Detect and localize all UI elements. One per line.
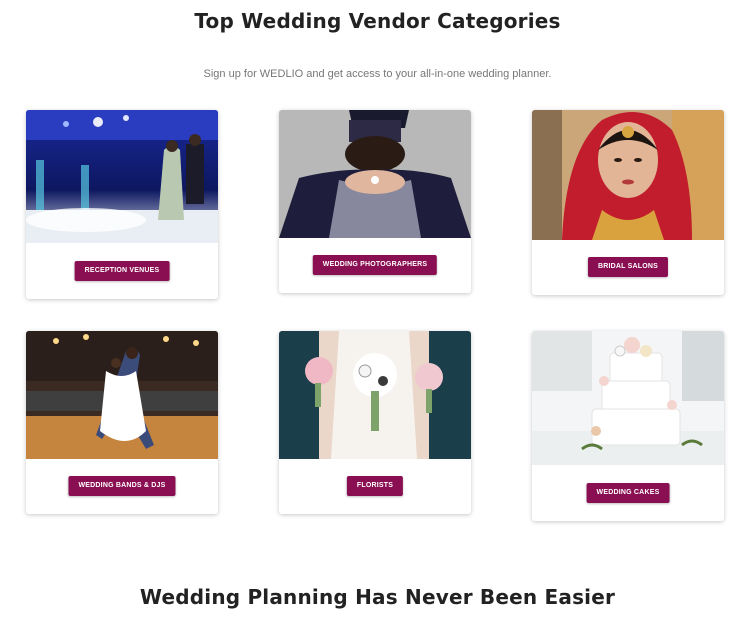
florist-photo [279, 331, 471, 459]
category-card-bridal-salons[interactable]: BRIDAL SALONS [532, 110, 724, 295]
category-card-florists[interactable]: FLORISTS [279, 331, 471, 514]
reception-venue-photo [26, 110, 218, 243]
reception-venues-button[interactable]: RECEPTION VENUES [74, 261, 170, 281]
section-subtitle: Sign up for WEDLIO and get access to you… [203, 68, 552, 80]
florists-button[interactable]: FLORISTS [346, 476, 404, 496]
wedding-cakes-button[interactable]: WEDDING CAKES [586, 483, 670, 503]
wedding-bands-djs-button[interactable]: WEDDING BANDS & DJS [68, 476, 176, 496]
wedding-cake-photo [532, 331, 724, 465]
section-title: Top Wedding Vendor Categories [194, 9, 561, 33]
band-dj-photo [26, 331, 218, 459]
bridal-salon-photo [532, 110, 724, 240]
category-card-wedding-bands-djs[interactable]: WEDDING BANDS & DJS [26, 331, 218, 514]
category-card-wedding-photographers[interactable]: WEDDING PHOTOGRAPHERS [279, 110, 471, 293]
wedding-photographers-button[interactable]: WEDDING PHOTOGRAPHERS [312, 255, 438, 275]
planning-section-title: Wedding Planning Has Never Been Easier [139, 585, 616, 609]
category-card-wedding-cakes[interactable]: WEDDING CAKES [532, 331, 724, 521]
vendor-categories-page: Top Wedding Vendor Categories Sign up fo… [0, 0, 755, 629]
bridal-salons-button[interactable]: BRIDAL SALONS [587, 257, 669, 277]
category-card-reception-venues[interactable]: RECEPTION VENUES [26, 110, 218, 299]
wedding-photographer-photo [279, 110, 471, 238]
